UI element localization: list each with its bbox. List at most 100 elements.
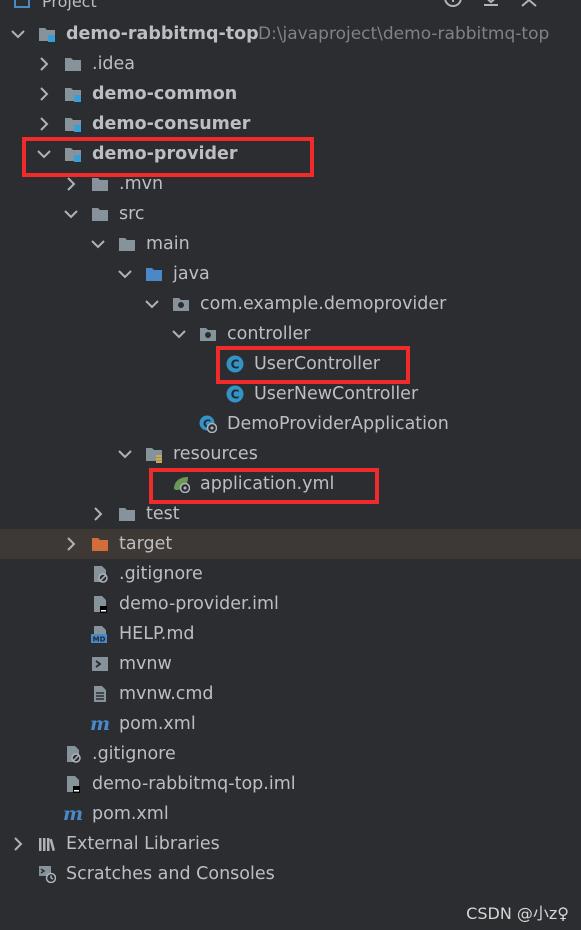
iml-file-icon xyxy=(94,596,107,613)
svg-text:m: m xyxy=(91,715,109,733)
root-pom-xml-label: pom.xml xyxy=(92,804,169,824)
module-folder-icon xyxy=(39,28,55,42)
iml-file-icon xyxy=(67,776,80,793)
tree-node-java[interactable]: java xyxy=(0,259,581,289)
tree-node-demo-consumer[interactable]: demo-consumer xyxy=(0,109,581,139)
expand-all-icon[interactable] xyxy=(519,0,539,8)
folder-icon xyxy=(65,58,81,71)
source-folder-icon xyxy=(146,268,162,281)
help-md-label: HELP.md xyxy=(119,624,195,644)
tree-node-idea[interactable]: .idea xyxy=(0,49,581,79)
chevron-right-icon[interactable] xyxy=(10,836,26,852)
tree-node-root-gitignore[interactable]: .gitignore xyxy=(0,739,581,769)
markdown-file-icon: MD xyxy=(91,626,107,643)
spring-boot-class-icon: C xyxy=(199,415,217,433)
demo-provider-application-label: DemoProviderApplication xyxy=(227,414,449,434)
tree-node-external-libraries[interactable]: External Libraries xyxy=(0,829,581,859)
tree-node-scratches[interactable]: Scratches and Consoles xyxy=(0,859,581,889)
tree-node-src[interactable]: src xyxy=(0,199,581,229)
chevron-right-icon[interactable] xyxy=(36,56,52,72)
tree-node-root-iml[interactable]: demo-rabbitmq-top.iml xyxy=(0,769,581,799)
idea-folder-label: .idea xyxy=(92,54,136,74)
tree-node-demo-provider-iml[interactable]: demo-provider.iml xyxy=(0,589,581,619)
root-module-label: demo-rabbitmq-top xyxy=(66,24,259,44)
external-libraries-label: External Libraries xyxy=(66,834,220,854)
tree-node-root[interactable]: demo-rabbitmq-top D:\javaproject\demo-ra… xyxy=(0,19,581,49)
root-gitignore-label: .gitignore xyxy=(92,744,176,764)
tree-node-target[interactable]: target xyxy=(0,529,581,559)
folder-icon xyxy=(92,208,108,221)
folder-icon xyxy=(92,178,108,191)
src-folder-label: src xyxy=(119,204,145,224)
project-toolbar: Project xyxy=(0,0,581,19)
tree-node-mvnw[interactable]: mvnw xyxy=(0,649,581,679)
chevron-down-icon[interactable] xyxy=(144,296,160,312)
chevron-down-icon[interactable] xyxy=(117,266,133,282)
main-folder-label: main xyxy=(146,234,190,254)
mvnw-cmd-label: mvnw.cmd xyxy=(119,684,214,704)
scratches-label: Scratches and Consoles xyxy=(66,864,275,884)
chevron-down-icon[interactable] xyxy=(171,326,187,342)
module-folder-icon xyxy=(65,118,81,132)
svg-text:m: m xyxy=(64,805,82,823)
mvnw-label: mvnw xyxy=(119,654,172,674)
project-view-icon xyxy=(14,0,30,8)
project-panel-title: Project xyxy=(42,0,97,11)
resources-folder-label: resources xyxy=(173,444,258,464)
watermark: CSDN @小z♀ xyxy=(466,904,569,923)
chevron-right-icon[interactable] xyxy=(63,176,79,192)
pom-xml-label: pom.xml xyxy=(119,714,196,734)
chevron-down-icon[interactable] xyxy=(90,236,106,252)
demo-provider-iml-label: demo-provider.iml xyxy=(119,594,279,614)
scratches-icon xyxy=(39,866,56,883)
tree-node-controller[interactable]: controller xyxy=(0,319,581,349)
chevron-down-icon[interactable] xyxy=(63,206,79,222)
tree-node-demo-provider-application[interactable]: C DemoProviderApplication xyxy=(0,409,581,439)
demo-common-label: demo-common xyxy=(92,84,238,104)
chevron-right-icon[interactable] xyxy=(36,116,52,132)
tree-node-gitignore[interactable]: .gitignore xyxy=(0,559,581,589)
chevron-right-icon[interactable] xyxy=(90,506,106,522)
chevron-right-icon[interactable] xyxy=(63,536,79,552)
java-folder-label: java xyxy=(173,264,210,284)
chevron-down-icon[interactable] xyxy=(117,446,133,462)
gitignore-label: .gitignore xyxy=(119,564,203,584)
demo-consumer-label: demo-consumer xyxy=(92,114,251,134)
tree-node-package[interactable]: com.example.demoprovider xyxy=(0,289,581,319)
tree-node-resources[interactable]: resources xyxy=(0,439,581,469)
chevron-right-icon[interactable] xyxy=(36,86,52,102)
text-file-icon xyxy=(94,686,106,702)
package-label: com.example.demoprovider xyxy=(200,294,447,314)
resources-folder-icon xyxy=(146,448,162,463)
highlight-box-application-yml xyxy=(149,468,379,504)
tree-node-pom-xml[interactable]: m pom.xml xyxy=(0,709,581,739)
tree-node-help-md[interactable]: MD HELP.md xyxy=(0,619,581,649)
controller-package-label: controller xyxy=(227,324,311,344)
tree-node-mvnw-cmd[interactable]: mvnw.cmd xyxy=(0,679,581,709)
svg-text:C: C xyxy=(231,388,240,402)
chevron-down-icon[interactable] xyxy=(10,26,26,42)
target-folder-label: target xyxy=(119,534,173,554)
package-icon xyxy=(173,298,189,311)
locate-icon[interactable] xyxy=(443,0,463,8)
module-folder-icon xyxy=(65,88,81,102)
tree-node-demo-common[interactable]: demo-common xyxy=(0,79,581,109)
highlight-box-user-controller xyxy=(216,346,410,384)
tree-node-root-pom-xml[interactable]: m pom.xml xyxy=(0,799,581,829)
folder-icon xyxy=(119,508,135,521)
ignore-file-icon xyxy=(67,746,81,763)
library-icon xyxy=(39,838,56,852)
test-folder-label: test xyxy=(146,504,180,524)
java-class-icon: C xyxy=(226,385,244,403)
folder-icon xyxy=(119,238,135,251)
root-iml-label: demo-rabbitmq-top.iml xyxy=(92,774,296,794)
root-path-label: D:\javaproject\demo-rabbitmq-top xyxy=(258,24,550,44)
collapse-all-icon[interactable] xyxy=(481,0,501,8)
shell-script-icon xyxy=(92,657,108,671)
maven-icon: m xyxy=(91,715,109,733)
tree-node-main[interactable]: main xyxy=(0,229,581,259)
package-icon xyxy=(200,328,216,341)
highlight-box-demo-provider xyxy=(22,137,314,177)
maven-icon: m xyxy=(64,805,82,823)
ignore-file-icon xyxy=(94,566,108,583)
